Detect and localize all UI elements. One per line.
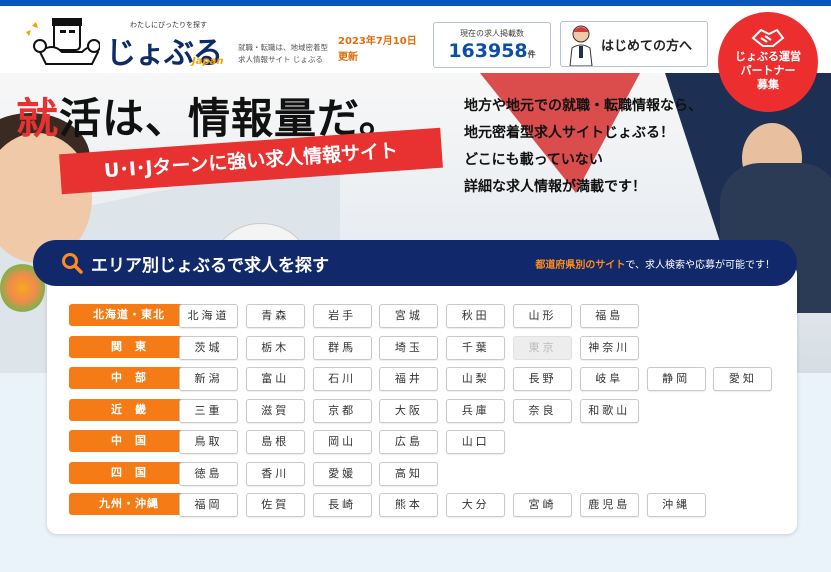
- prefecture-button[interactable]: 栃木: [245, 335, 305, 360]
- prefecture-button: 東京: [513, 335, 572, 360]
- partner-label: じょぶる運営 パートナー 募集: [735, 50, 801, 91]
- prefecture-button[interactable]: 鳥取: [179, 430, 238, 454]
- prefecture-button[interactable]: 沖縄: [646, 493, 706, 517]
- prefecture-button[interactable]: 青森: [245, 304, 305, 328]
- prefecture-button[interactable]: 滋賀: [245, 398, 305, 423]
- region-label: 北海道・東北: [69, 304, 189, 326]
- prefecture-button[interactable]: 岡山: [312, 430, 372, 454]
- first-time-label: はじめての方へ: [601, 39, 693, 54]
- hero-lead-line: 地方や地元での就職・転職情報なら、: [464, 98, 702, 114]
- prefecture-button[interactable]: 山形: [513, 304, 572, 328]
- logo-subtitle: Japan: [192, 56, 224, 67]
- prefecture-button[interactable]: 宮城: [379, 304, 439, 328]
- hero-lead-line: どこにも載っていない: [464, 152, 603, 168]
- search-icon: [62, 253, 83, 274]
- prefecture-button[interactable]: 秋田: [446, 304, 506, 328]
- prefecture-button[interactable]: 北海道: [179, 304, 238, 328]
- prefecture-button[interactable]: 岩手: [312, 304, 372, 328]
- region-label: 中 国: [69, 430, 189, 452]
- hero-lead-line: 詳細な求人情報が満載です！: [464, 179, 646, 195]
- region-label: 四 国: [69, 461, 189, 484]
- prefecture-button[interactable]: 埼玉: [379, 335, 439, 360]
- prefecture-button[interactable]: 大分: [446, 493, 506, 517]
- prefecture-panel: 北海道・東北 北海道 青森 岩手 宮城 秋田 山形 福島関 東茨城 栃木 群馬 埼玉 千葉 東京 神奈川中…: [47, 264, 797, 534]
- job-count-value-wrap: 163958件: [434, 40, 550, 62]
- prefecture-button[interactable]: 三重: [179, 398, 238, 423]
- prefecture-button[interactable]: 富山: [245, 367, 305, 391]
- prefecture-button[interactable]: 岐阜: [579, 367, 639, 391]
- prefecture-button[interactable]: 京都: [312, 398, 372, 423]
- region-label: 中 部: [69, 367, 189, 389]
- area-search-note-text: で、求人検索や応募が可能です！: [625, 260, 775, 271]
- prefecture-button[interactable]: 高知: [379, 461, 439, 486]
- prefecture-button[interactable]: 福岡: [179, 493, 238, 517]
- prefecture-button[interactable]: 兵庫: [446, 398, 506, 423]
- job-count-value: 163958: [448, 40, 528, 62]
- partner-recruit-badge[interactable]: じょぶる運営 パートナー 募集: [718, 12, 818, 112]
- prefecture-button[interactable]: 和歌山: [579, 398, 639, 423]
- prefecture-button[interactable]: 徳島: [179, 461, 238, 486]
- prefecture-button[interactable]: 群馬: [312, 335, 372, 360]
- prefecture-button[interactable]: 香川: [245, 461, 305, 486]
- site-logo[interactable]: わたしにぴったりを探す じょぶる Japan: [22, 12, 232, 71]
- prefecture-button[interactable]: 福井: [379, 367, 439, 391]
- area-search-note: 都道府県別のサイトで、求人検索や応募が可能です！: [535, 256, 775, 271]
- handshake-icon: [751, 28, 785, 47]
- area-search-bar: エリア別じょぶるで求人を探す 都道府県別のサイトで、求人検索や応募が可能です！: [33, 240, 797, 286]
- prefecture-button[interactable]: 山口: [446, 430, 506, 454]
- job-count-unit: 件: [527, 50, 536, 59]
- prefecture-button[interactable]: 宮崎: [513, 493, 572, 517]
- site-header: わたしにぴったりを探す じょぶる Japan 就職・転職は、地域密着型求人情報サ…: [0, 6, 831, 73]
- hero-lead-line: 地元密着型求人サイトじょぶる！: [464, 125, 674, 141]
- prefecture-button[interactable]: 静岡: [646, 367, 706, 391]
- prefecture-button[interactable]: 愛媛: [312, 461, 372, 486]
- region-label: 関 東: [69, 335, 189, 358]
- prefecture-button[interactable]: 長崎: [312, 493, 372, 517]
- updated-date: 2023年7月10日更新: [338, 36, 417, 63]
- first-time-button[interactable]: はじめての方へ: [560, 21, 708, 67]
- prefecture-button[interactable]: 島根: [245, 430, 305, 454]
- prefecture-button[interactable]: 愛知: [713, 367, 773, 391]
- guide-person-icon: [569, 25, 593, 66]
- site-description: 就職・転職は、地域密着型求人情報サイト じょぶる: [238, 43, 328, 64]
- prefecture-button[interactable]: 広島: [379, 430, 439, 454]
- mascot-icon: [26, 18, 100, 65]
- prefecture-button[interactable]: 大阪: [379, 398, 439, 423]
- hero-lead: 地方や地元での就職・転職情報なら、 地元密着型求人サイトじょぶる！ どこにも載っ…: [464, 93, 744, 201]
- prefecture-button[interactable]: 山梨: [446, 367, 506, 391]
- region-label: 九州・沖縄: [69, 493, 189, 515]
- prefecture-button[interactable]: 鹿児島: [579, 493, 639, 517]
- job-count-box: 現在の求人掲載数 163958件: [433, 22, 551, 68]
- prefecture-button[interactable]: 茨城: [179, 335, 238, 360]
- job-count-label: 現在の求人掲載数: [460, 29, 524, 38]
- prefecture-button[interactable]: 福島: [579, 304, 639, 328]
- area-search-note-highlight: 都道府県別のサイト: [535, 260, 626, 271]
- prefecture-button[interactable]: 新潟: [179, 367, 238, 391]
- region-label: 近 畿: [69, 398, 189, 421]
- prefecture-button[interactable]: 石川: [312, 367, 372, 391]
- prefecture-button[interactable]: 長野: [513, 367, 572, 391]
- prefecture-button[interactable]: 奈良: [513, 398, 572, 423]
- area-search-title: エリア別じょぶるで求人を探す: [91, 256, 329, 276]
- prefecture-button[interactable]: 熊本: [379, 493, 439, 517]
- prefecture-button[interactable]: 千葉: [446, 335, 506, 360]
- prefecture-button[interactable]: 佐賀: [245, 493, 305, 517]
- prefecture-button[interactable]: 神奈川: [579, 335, 639, 360]
- hero-headline-accent: 就: [16, 94, 60, 143]
